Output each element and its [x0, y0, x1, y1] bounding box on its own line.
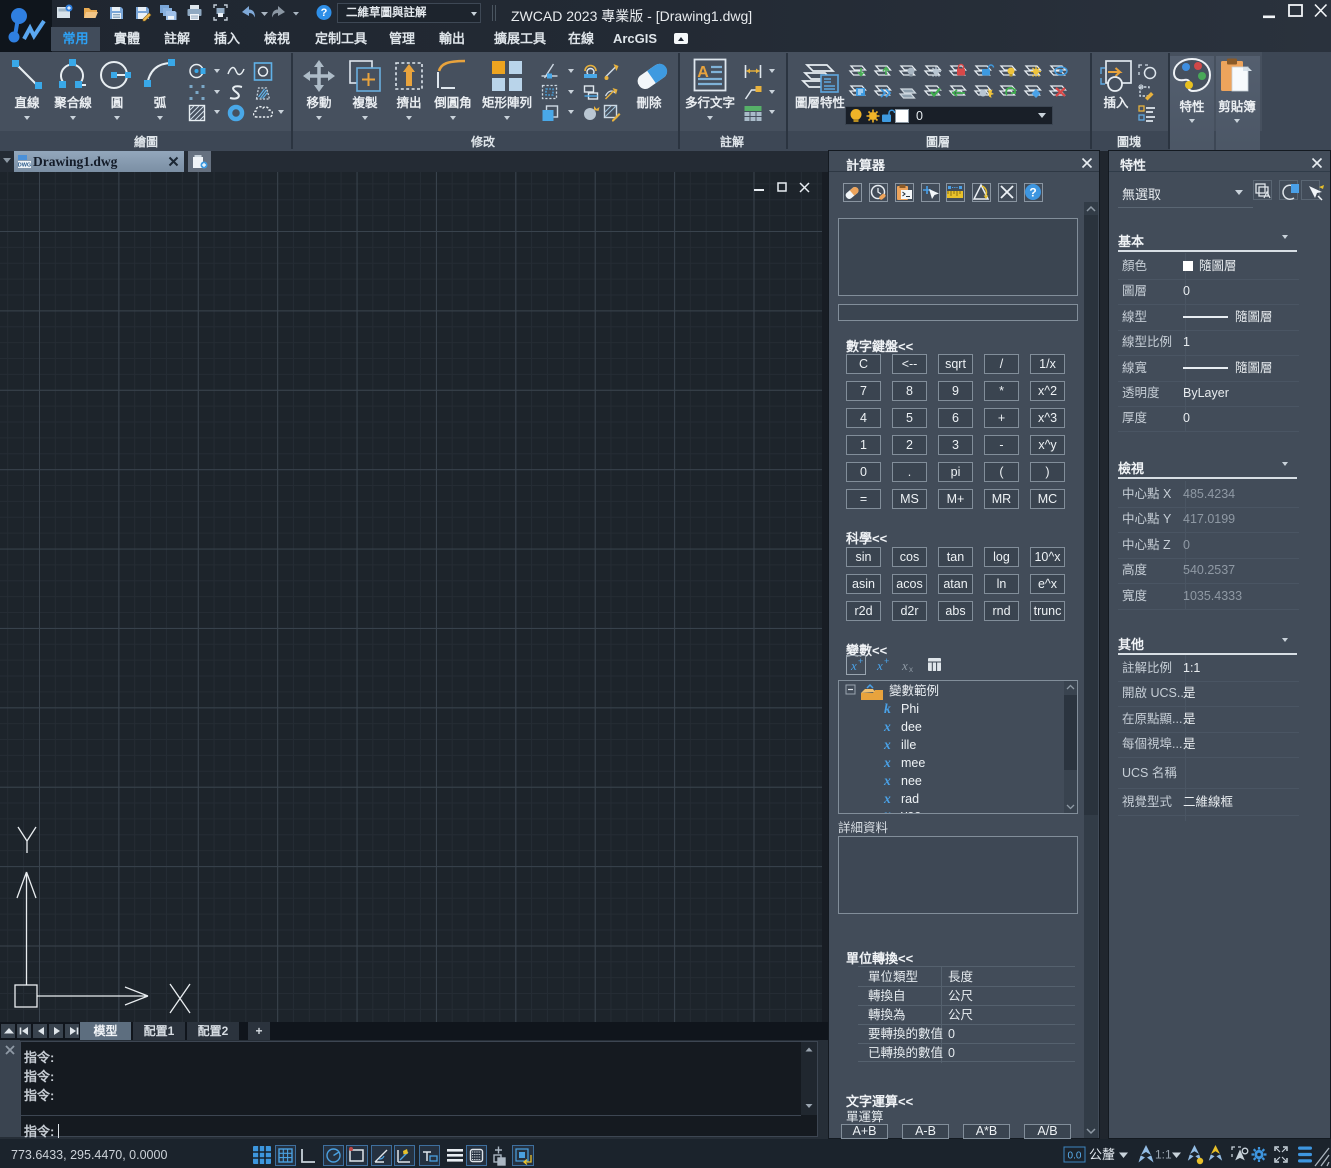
svg-text:x: x	[850, 658, 857, 673]
svg-text:x: x	[876, 658, 883, 673]
svg-text:?: ?	[321, 7, 328, 19]
svg-text:dee: dee	[901, 720, 922, 734]
svg-text:x: x	[883, 773, 891, 788]
svg-text:x: x	[883, 719, 891, 734]
svg-text:k: k	[884, 701, 891, 716]
svg-text:rad: rad	[901, 792, 919, 806]
svg-text:x: x	[883, 791, 891, 806]
svg-text:+: +	[884, 656, 889, 666]
svg-text:vee: vee	[901, 808, 921, 813]
svg-text:+: +	[858, 656, 863, 666]
svg-text:變數範例: 變數範例	[889, 683, 939, 698]
svg-text:1:1: 1:1	[1155, 1148, 1172, 1162]
svg-text:0.0: 0.0	[1068, 1151, 1082, 1162]
svg-text:x: x	[909, 665, 913, 674]
svg-text:公釐: 公釐	[1089, 1147, 1115, 1162]
svg-text:x: x	[883, 807, 891, 813]
svg-text:x: x	[901, 658, 908, 673]
svg-text:nee: nee	[901, 774, 922, 788]
svg-text:ille: ille	[901, 738, 916, 752]
svg-text:Phi: Phi	[901, 702, 919, 716]
svg-text:x: x	[883, 755, 891, 770]
svg-text:mee: mee	[901, 756, 925, 770]
svg-text:DWG: DWG	[18, 163, 31, 169]
svg-text:?: ?	[1029, 186, 1036, 200]
svg-text:x: x	[883, 737, 891, 752]
